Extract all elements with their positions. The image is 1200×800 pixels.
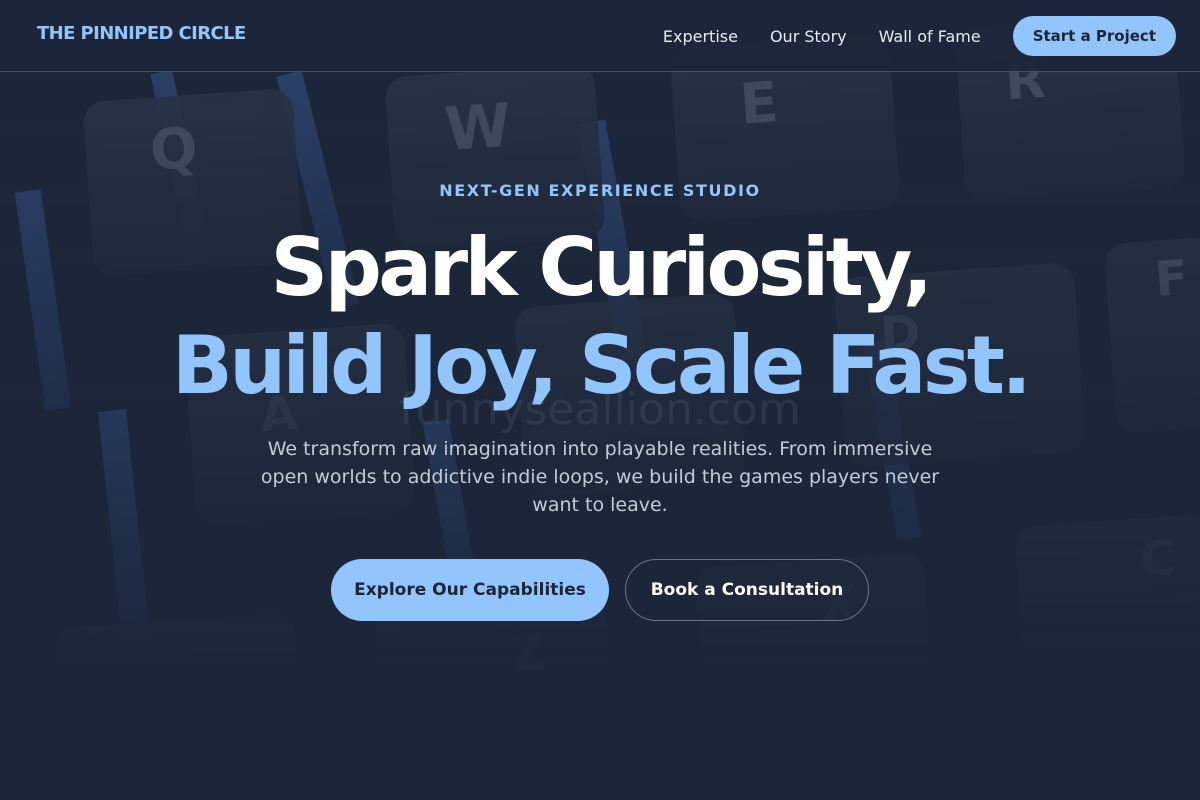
landing-page: Q W E R F D A C Z X THE PINNIPED CIRCLE … [0,0,1200,800]
nav-link-expertise[interactable]: Expertise [663,27,738,46]
nav-link-our-story[interactable]: Our Story [770,27,847,46]
book-consultation-button[interactable]: Book a Consultation [625,559,869,621]
start-project-button[interactable]: Start a Project [1012,16,1176,56]
nav-link-wall-of-fame[interactable]: Wall of Fame [879,27,981,46]
hero-description: We transform raw imagination into playab… [260,438,940,516]
hero-section: NEXT-GEN EXPERIENCE STUDIO Spark Curiosi… [0,72,1200,800]
top-navbar: THE PINNIPED CIRCLE Expertise Our Story … [0,0,1200,72]
watermark-text: funnyseallion.com [399,384,801,435]
hero-headline-line1: Spark Curiosity, [270,221,933,314]
brand-logo[interactable]: THE PINNIPED CIRCLE [37,23,246,44]
explore-capabilities-button[interactable]: Explore Our Capabilities [331,559,609,621]
nav-links: Expertise Our Story Wall of Fame Start a… [663,16,1176,56]
hero-eyebrow: NEXT-GEN EXPERIENCE STUDIO [439,181,761,200]
